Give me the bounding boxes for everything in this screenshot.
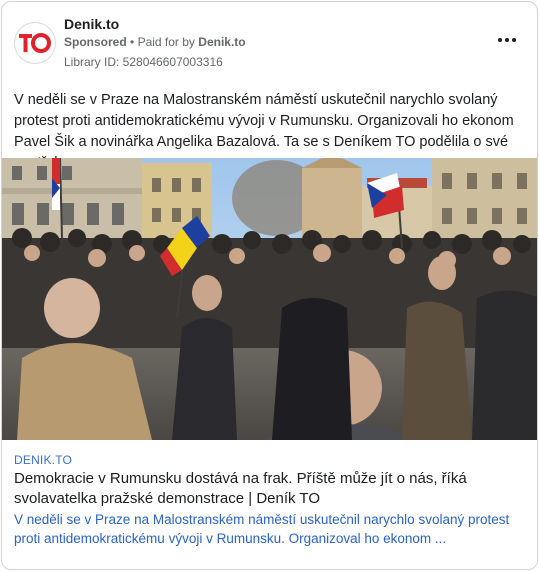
denik-to-logo-icon [19,33,51,53]
more-dot-icon [498,38,502,42]
page-name-link[interactable]: Denik.to [64,16,119,32]
sponsored-line: Sponsored • Paid for by Denik.to [64,35,246,49]
more-dot-icon [512,38,516,42]
paid-for-name-link[interactable]: Denik.to [198,35,245,49]
more-options-button[interactable] [495,30,519,50]
meta-separator: • [130,35,135,49]
post-header: Denik.to Sponsored • Paid for by Denik.t… [2,2,537,80]
paid-for-prefix: Paid for by [137,35,195,49]
link-domain: DENIK.TO [14,453,73,467]
link-preview[interactable]: DENIK.TO Demokracie v Rumunsku dostává n… [2,440,537,569]
more-dot-icon [505,38,509,42]
library-id: Library ID: 528046607003316 [64,55,223,69]
sponsored-label: Sponsored [64,35,127,49]
link-title[interactable]: Demokracie v Rumunsku dostává na frak. P… [14,469,529,509]
link-description[interactable]: V neděli se v Praze na Malostranském nám… [14,510,529,548]
ad-card: Denik.to Sponsored • Paid for by Denik.t… [1,1,538,570]
post-image[interactable] [2,158,537,440]
protest-photo-illustration [2,158,537,440]
page-avatar[interactable] [14,22,56,64]
